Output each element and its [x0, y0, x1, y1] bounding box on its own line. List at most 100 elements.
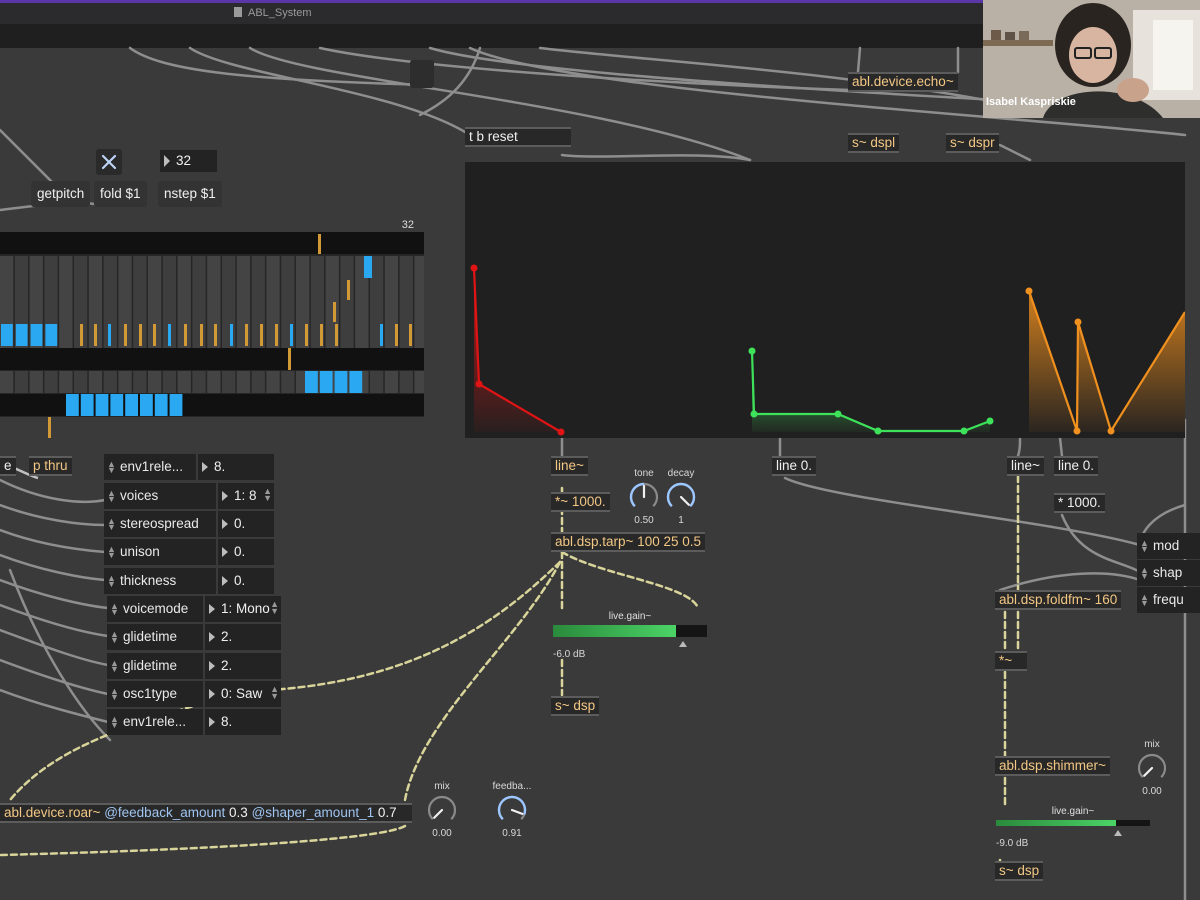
signal-cord[interactable]	[0, 824, 407, 857]
object-echo[interactable]: abl.device.echo~	[848, 72, 958, 92]
object-line-sig-2[interactable]: line~	[1007, 456, 1044, 476]
patch-cord[interactable]	[0, 553, 107, 582]
dial-knob[interactable]	[495, 793, 529, 827]
seq-column[interactable]	[414, 371, 424, 393]
seq-step[interactable]	[1, 324, 13, 346]
attrui-row[interactable]: ▲ ▼ glidetime 2.	[107, 624, 281, 650]
message-getpitch[interactable]: getpitch	[31, 181, 91, 207]
envelope-point[interactable]	[834, 410, 842, 418]
message-nstep[interactable]: nstep $1	[158, 181, 222, 207]
seq-column[interactable]	[192, 371, 206, 393]
envelope-point[interactable]	[750, 410, 758, 418]
envelope-point[interactable]	[748, 347, 756, 355]
button-object[interactable]	[410, 60, 434, 88]
attrui-row[interactable]: ▲ ▼ thickness 0.	[104, 568, 274, 594]
patch-cord[interactable]	[1060, 513, 1142, 574]
object-line-0-b[interactable]: line 0.	[1054, 456, 1099, 476]
object-mul-1000[interactable]: *~ 1000.	[551, 492, 610, 512]
object-mul-1000-b[interactable]: * 1000.	[1054, 493, 1105, 513]
object-s-dspr[interactable]: s~ dspr	[946, 133, 999, 153]
attrui-row[interactable]: ▲ ▼ osc1type 0: Saw ▲ ▼	[107, 681, 281, 707]
seq-column[interactable]	[340, 256, 354, 348]
envelope-point[interactable]	[475, 380, 483, 388]
seq-step[interactable]	[66, 394, 79, 416]
envelope-point[interactable]	[1073, 427, 1081, 435]
object-foldfm[interactable]: abl.dsp.foldfm~ 160	[995, 590, 1122, 610]
dial-knob[interactable]	[425, 793, 459, 827]
envelope-point[interactable]	[470, 264, 478, 272]
seq-step[interactable]	[45, 324, 58, 346]
dial-mix-roar[interactable]: mix 0.00	[422, 780, 462, 840]
step-sequencer[interactable]: 32	[0, 218, 424, 438]
envelope-point[interactable]	[874, 427, 882, 435]
envelope-point[interactable]	[1025, 287, 1033, 295]
seq-step[interactable]	[305, 371, 318, 393]
seq-step[interactable]	[140, 394, 153, 416]
attrui-row[interactable]: ▲ ▼ env1rele... 8.	[107, 709, 281, 735]
attrui-value[interactable]: 0.	[216, 539, 276, 565]
seq-step[interactable]	[95, 394, 109, 416]
seq-column[interactable]	[118, 371, 132, 393]
dial-feedback[interactable]: feedba... 0.91	[492, 780, 532, 840]
seq-column[interactable]	[236, 371, 251, 393]
seq-column[interactable]	[236, 256, 251, 348]
attrui-value[interactable]: 8.	[203, 709, 283, 735]
object-s-dsp-2[interactable]: s~ dsp	[995, 861, 1044, 881]
dial-knob[interactable]	[627, 480, 661, 514]
envelope-point[interactable]	[1074, 318, 1082, 326]
object-s-dsp[interactable]: s~ dsp	[551, 696, 600, 716]
signal-cord[interactable]	[268, 560, 562, 692]
attrui-row[interactable]: ▲ ▼ voicemode 1: Mono ▲ ▼	[107, 596, 281, 622]
patch-cord[interactable]	[1016, 436, 1022, 458]
patch-cord[interactable]	[0, 478, 107, 504]
seq-step[interactable]	[319, 371, 333, 393]
seq-column[interactable]	[192, 256, 206, 348]
seq-column[interactable]	[414, 256, 424, 348]
patch-cord[interactable]	[1058, 436, 1064, 458]
attrui-value[interactable]: 0: Saw ▲ ▼	[203, 681, 283, 707]
seq-step[interactable]	[154, 394, 168, 416]
signal-cord[interactable]	[560, 550, 700, 610]
gain-slider-cursor[interactable]	[1114, 830, 1122, 836]
seq-column[interactable]	[29, 371, 43, 393]
seq-step[interactable]	[15, 324, 28, 346]
envelope-point[interactable]	[557, 428, 565, 436]
seq-column[interactable]	[266, 371, 280, 393]
object-line-0-a[interactable]: line 0.	[772, 456, 817, 476]
live-gain-1[interactable]: live.gain~ -6.0 dB	[553, 611, 707, 660]
patch-cord[interactable]	[0, 128, 57, 187]
patch-cord[interactable]	[856, 46, 862, 74]
patch-cord[interactable]	[998, 572, 1142, 592]
attrui-value[interactable]: 8.	[196, 454, 276, 480]
signal-cord[interactable]	[403, 560, 562, 802]
object-shimmer[interactable]: abl.dsp.shimmer~	[995, 756, 1110, 776]
seq-column[interactable]	[44, 371, 58, 393]
object-roar[interactable]: abl.device.roar~ @feedback_amount 0.3 @s…	[0, 803, 412, 823]
envelope-graph[interactable]	[465, 162, 1186, 438]
seq-column[interactable]	[88, 371, 103, 393]
attrui-frequ[interactable]: ▲ ▼ frequ	[1137, 587, 1200, 613]
seq-step[interactable]	[364, 256, 372, 278]
seq-column[interactable]	[59, 256, 73, 348]
dial-decay[interactable]: decay 1	[661, 467, 701, 527]
patch-cord[interactable]	[0, 503, 107, 527]
gain-bar[interactable]	[553, 625, 707, 637]
dial-knob[interactable]	[664, 480, 698, 514]
seq-column[interactable]	[74, 371, 88, 393]
sequencer-grid[interactable]	[0, 218, 424, 438]
patch-cord[interactable]	[8, 568, 112, 742]
attrui-value[interactable]: 0.	[216, 511, 276, 537]
seq-column[interactable]	[251, 371, 265, 393]
seq-column[interactable]	[222, 371, 236, 393]
live-gain-2[interactable]: live.gain~ -9.0 dB	[996, 806, 1150, 849]
seq-step[interactable]	[125, 394, 138, 416]
object-t-b-reset[interactable]: t b reset	[465, 127, 571, 147]
seq-step[interactable]	[110, 394, 124, 416]
seq-step[interactable]	[30, 324, 43, 346]
patch-cord[interactable]	[998, 143, 1032, 162]
seq-column[interactable]	[103, 371, 117, 393]
seq-column[interactable]	[177, 371, 191, 393]
message-fold[interactable]: fold $1	[94, 181, 147, 207]
seq-step[interactable]	[169, 394, 183, 416]
seq-step[interactable]	[349, 371, 363, 393]
